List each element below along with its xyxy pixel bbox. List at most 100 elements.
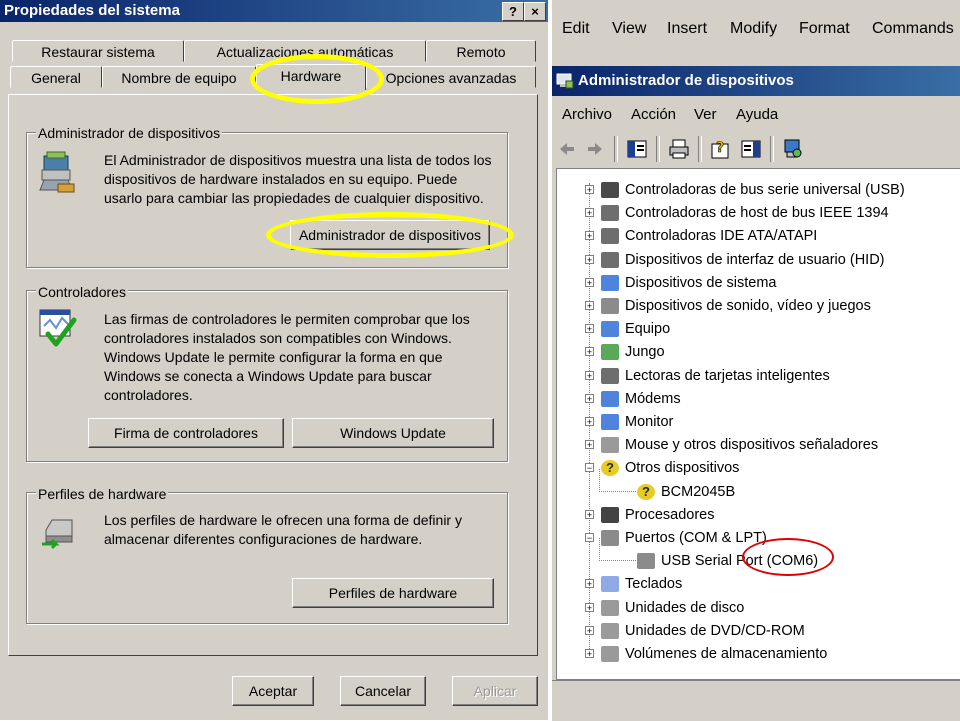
device-manager-group-label: Administrador de dispositivos: [36, 125, 223, 141]
description-line: El Administrador de dispositivos muestra…: [104, 152, 492, 168]
tree-node-label: Equipo: [625, 321, 671, 338]
ide-controller-icon: [601, 228, 619, 245]
forward-arrow-icon[interactable]: [584, 138, 606, 160]
modem-icon: [601, 390, 619, 407]
help-button[interactable]: ?: [502, 2, 524, 21]
toolbar-separator: [770, 136, 774, 162]
tree-node-label: Monitor: [625, 414, 674, 430]
description-line: Windows se conecta a Windows Update para…: [104, 368, 432, 384]
expand-icon[interactable]: +: [585, 231, 594, 241]
tab-hardware[interactable]: Hardware: [256, 64, 366, 90]
dialog-titlebar[interactable]: Propiedades del sistema ? ×: [0, 0, 548, 22]
description-line: Windows Update le permite configurar la …: [104, 349, 443, 365]
expand-icon[interactable]: +: [585, 625, 594, 635]
menu-insert[interactable]: Insert: [667, 20, 707, 38]
menu-accion[interactable]: Acción: [631, 106, 676, 123]
expand-icon[interactable]: +: [585, 208, 594, 218]
windows-update-button[interactable]: Windows Update: [292, 418, 494, 448]
tab-opciones-avanzadas[interactable]: Opciones avanzadas: [366, 66, 536, 88]
dvd-drive-icon: [601, 622, 619, 639]
tree-node-label: Dispositivos de sistema: [625, 274, 777, 291]
tree-node-label: Otros dispositivos: [625, 460, 740, 477]
collapse-icon[interactable]: −: [585, 463, 594, 473]
tree-branch-line: [599, 538, 636, 562]
expand-icon[interactable]: +: [585, 602, 594, 612]
description-line: usarlo para cambiar las propiedades de c…: [104, 190, 484, 206]
device-manager-title: Administrador de dispositivos: [578, 72, 794, 89]
menu-view[interactable]: View: [612, 20, 646, 38]
driver-signing-icon: [39, 309, 77, 347]
expand-icon[interactable]: +: [585, 185, 594, 195]
tab-remoto[interactable]: Remoto: [426, 40, 536, 62]
expand-icon[interactable]: +: [585, 301, 594, 311]
expand-icon[interactable]: +: [585, 417, 594, 427]
menu-format[interactable]: Format: [799, 20, 850, 38]
hardware-profiles-button[interactable]: Perfiles de hardware: [292, 578, 494, 608]
apply-button[interactable]: Aplicar: [452, 676, 538, 706]
menu-archivo[interactable]: Archivo: [562, 106, 612, 123]
description-line: controladores instalados son compatibles…: [104, 330, 452, 346]
tree-node-label: Mouse y otros dispositivos señaladores: [625, 437, 879, 454]
menu-ayuda[interactable]: Ayuda: [736, 106, 778, 123]
status-bar: [552, 680, 960, 721]
expand-icon[interactable]: +: [585, 509, 594, 519]
tab-actualizaciones-automaticas[interactable]: Actualizaciones automáticas: [184, 40, 426, 62]
expand-icon[interactable]: +: [585, 649, 594, 659]
hid-icon: [601, 251, 619, 268]
tree-node-label: Controladoras de host de bus IEEE 1394: [625, 205, 889, 222]
scan-hardware-icon[interactable]: [782, 138, 804, 160]
menu-edit[interactable]: Edit: [562, 20, 590, 38]
tab-general[interactable]: General: [10, 66, 102, 88]
collapse-icon[interactable]: −: [585, 533, 594, 543]
device-manager-description: El Administrador de dispositivos muestra…: [104, 151, 504, 208]
expand-icon[interactable]: +: [585, 277, 594, 287]
port-icon: [637, 553, 655, 570]
description-line: controladores.: [104, 387, 193, 403]
dialog-title: Propiedades del sistema: [4, 2, 180, 19]
ok-button[interactable]: Aceptar: [232, 676, 314, 706]
device-manager-button[interactable]: Administrador de dispositivos: [290, 220, 490, 250]
details-view-icon[interactable]: [740, 138, 762, 160]
menu-ver[interactable]: Ver: [694, 106, 717, 123]
properties-help-icon[interactable]: ?: [710, 138, 732, 160]
expand-icon[interactable]: +: [585, 393, 594, 403]
back-arrow-icon[interactable]: [556, 138, 578, 160]
cancel-button[interactable]: Cancelar: [340, 676, 426, 706]
monitor-icon: [601, 414, 619, 430]
expand-icon[interactable]: +: [585, 347, 594, 357]
jungo-icon: [601, 344, 619, 361]
tree-branch-line: [599, 468, 636, 492]
expand-icon[interactable]: +: [585, 579, 594, 589]
menu-modify[interactable]: Modify: [730, 20, 777, 38]
top-menu-bar: Edit View Insert Modify Format Commands: [552, 0, 960, 62]
show-hide-tree-icon[interactable]: [626, 138, 648, 160]
tree-node-label: Unidades de DVD/CD-ROM: [625, 622, 805, 639]
description-line: dispositivos de hardware instalados en s…: [104, 171, 458, 187]
close-button[interactable]: ×: [524, 2, 546, 21]
tree-node-label: Procesadores: [625, 506, 715, 523]
expand-icon[interactable]: +: [585, 254, 594, 264]
toolbar-separator: [656, 136, 660, 162]
mouse-icon: [601, 437, 619, 454]
expand-icon[interactable]: +: [585, 324, 594, 334]
menu-commands[interactable]: Commands: [872, 20, 954, 38]
tab-restaurar-sistema[interactable]: Restaurar sistema: [12, 40, 184, 62]
tab-nombre-de-equipo[interactable]: Nombre de equipo: [102, 66, 256, 88]
storage-volume-icon: [601, 646, 619, 662]
device-manager-icon: [39, 151, 75, 193]
tree-node-label: Controladoras de bus serie universal (US…: [625, 182, 905, 198]
expand-icon[interactable]: +: [585, 440, 594, 450]
print-icon[interactable]: [668, 138, 690, 160]
tree-node-label: Controladoras IDE ATA/ATAPI: [625, 228, 818, 245]
hardware-profiles-group-label: Perfiles de hardware: [36, 486, 169, 502]
tree-node-label: Dispositivos de interfaz de usuario (HID…: [625, 251, 885, 268]
tree-node-label: Dispositivos de sonido, vídeo y juegos: [625, 298, 871, 314]
ieee1394-icon: [601, 205, 619, 222]
tree-node-label: Lectoras de tarjetas inteligentes: [625, 367, 830, 384]
expand-icon[interactable]: +: [585, 370, 594, 380]
device-manager-titlebar[interactable]: Administrador de dispositivos: [552, 66, 960, 96]
system-properties-dialog: Propiedades del sistema ? × Restaurar si…: [0, 0, 548, 720]
driver-signing-button[interactable]: Firma de controladores: [88, 418, 284, 448]
tree-node-label: BCM2045B: [661, 483, 736, 500]
tree-node-label: Jungo: [625, 344, 665, 361]
